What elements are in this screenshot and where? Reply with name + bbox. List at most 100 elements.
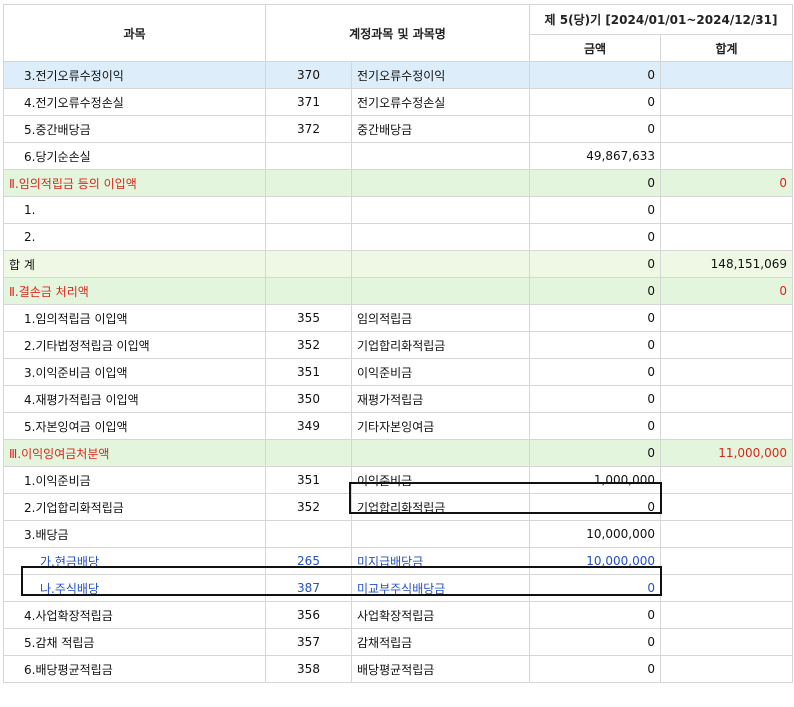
row-amount-cell[interactable]: 49,867,633 (529, 142, 661, 170)
table-row[interactable]: 4.전기오류수정손실 371 전기오류수정손실 0 (3, 88, 794, 116)
row-code-cell[interactable] (265, 439, 352, 467)
row-subject-cell[interactable]: 2.기타법정적립금 이입액 (3, 331, 266, 359)
row-subject-cell[interactable]: 5.감채 적립금 (3, 628, 266, 656)
row-total-cell[interactable] (659, 142, 794, 170)
row-total-cell[interactable] (659, 574, 794, 602)
table-row[interactable]: 3.전기오류수정이익 370 전기오류수정이익 0 (3, 61, 794, 89)
row-total-cell[interactable]: 0 (659, 169, 794, 197)
row-code-cell[interactable]: 370 (265, 61, 352, 89)
row-total-cell[interactable]: 11,000,000 (659, 439, 794, 467)
row-amount-cell[interactable]: 0 (529, 655, 661, 683)
row-code-cell[interactable] (265, 277, 352, 305)
row-amount-cell[interactable]: 0 (529, 439, 661, 467)
row-subject-cell[interactable]: 2. (3, 223, 266, 251)
row-subject-cell[interactable]: 1. (3, 196, 266, 224)
row-subject-cell[interactable]: 3.전기오류수정이익 (3, 61, 266, 89)
row-code-cell[interactable]: 350 (265, 385, 352, 413)
row-subject-cell[interactable]: 나.주식배당 (3, 574, 266, 602)
row-account-cell[interactable]: 기업합리화적립금 (351, 493, 530, 521)
row-total-cell[interactable] (659, 304, 794, 332)
row-total-cell[interactable] (659, 655, 794, 683)
row-code-cell[interactable]: 357 (265, 628, 352, 656)
row-account-cell[interactable] (351, 439, 530, 467)
row-total-cell[interactable] (659, 61, 794, 89)
row-account-cell[interactable] (351, 277, 530, 305)
row-amount-cell[interactable]: 0 (529, 412, 661, 440)
table-row[interactable]: 합 계 0 148,151,069 (3, 250, 794, 278)
row-account-cell[interactable]: 감채적립금 (351, 628, 530, 656)
row-account-cell[interactable] (351, 169, 530, 197)
row-subject-cell[interactable]: 5.자본잉여금 이입액 (3, 412, 266, 440)
table-row[interactable]: 4.사업확장적립금 356 사업확장적립금 0 (3, 601, 794, 629)
row-subject-cell[interactable]: 1.이익준비금 (3, 466, 266, 494)
row-code-cell[interactable]: 352 (265, 331, 352, 359)
row-account-cell[interactable]: 사업확장적립금 (351, 601, 530, 629)
row-subject-cell[interactable]: 가.현금배당 (3, 547, 266, 575)
row-code-cell[interactable]: 349 (265, 412, 352, 440)
row-code-cell[interactable] (265, 520, 352, 548)
row-code-cell[interactable] (265, 250, 352, 278)
row-amount-cell[interactable]: 0 (529, 304, 661, 332)
row-amount-cell[interactable]: 0 (529, 331, 661, 359)
row-subject-cell[interactable]: 5.중간배당금 (3, 115, 266, 143)
row-account-cell[interactable]: 중간배당금 (351, 115, 530, 143)
row-total-cell[interactable] (659, 466, 794, 494)
row-total-cell[interactable] (659, 331, 794, 359)
row-account-cell[interactable]: 이익준비금 (351, 466, 530, 494)
row-subject-cell[interactable]: 3.배당금 (3, 520, 266, 548)
table-row[interactable]: 5.감채 적립금 357 감채적립금 0 (3, 628, 794, 656)
row-total-cell[interactable]: 0 (659, 277, 794, 305)
row-amount-cell[interactable]: 0 (529, 88, 661, 116)
row-subject-cell[interactable]: 4.재평가적립금 이입액 (3, 385, 266, 413)
row-account-cell[interactable]: 전기오류수정손실 (351, 88, 530, 116)
row-amount-cell[interactable]: 0 (529, 628, 661, 656)
row-amount-cell[interactable]: 10,000,000 (529, 547, 661, 575)
row-account-cell[interactable]: 전기오류수정이익 (351, 61, 530, 89)
row-account-cell[interactable]: 재평가적립금 (351, 385, 530, 413)
row-account-cell[interactable] (351, 223, 530, 251)
row-account-cell[interactable]: 이익준비금 (351, 358, 530, 386)
table-row[interactable]: 1. 0 (3, 196, 794, 224)
table-row[interactable]: 2.기업합리화적립금 352 기업합리화적립금 0 (3, 493, 794, 521)
table-row[interactable]: 가.현금배당 265 미지급배당금 10,000,000 (3, 547, 794, 575)
row-account-cell[interactable] (351, 142, 530, 170)
row-amount-cell[interactable]: 0 (529, 61, 661, 89)
row-account-cell[interactable]: 기타자본잉여금 (351, 412, 530, 440)
row-amount-cell[interactable]: 0 (529, 493, 661, 521)
row-subject-cell[interactable]: 4.사업확장적립금 (3, 601, 266, 629)
row-amount-cell[interactable]: 0 (529, 196, 661, 224)
row-account-cell[interactable] (351, 196, 530, 224)
row-subject-cell[interactable]: 6.배당평균적립금 (3, 655, 266, 683)
table-row[interactable]: Ⅱ.결손금 처리액 0 0 (3, 277, 794, 305)
row-subject-cell[interactable]: 3.이익준비금 이입액 (3, 358, 266, 386)
row-total-cell[interactable] (659, 358, 794, 386)
row-subject-cell[interactable]: 합 계 (3, 250, 266, 278)
table-row[interactable]: 3.이익준비금 이입액 351 이익준비금 0 (3, 358, 794, 386)
row-amount-cell[interactable]: 0 (529, 385, 661, 413)
row-code-cell[interactable]: 265 (265, 547, 352, 575)
row-total-cell[interactable] (659, 412, 794, 440)
table-row[interactable]: 5.자본잉여금 이입액 349 기타자본잉여금 0 (3, 412, 794, 440)
row-account-cell[interactable] (351, 520, 530, 548)
row-total-cell[interactable] (659, 223, 794, 251)
row-code-cell[interactable]: 371 (265, 88, 352, 116)
row-total-cell[interactable] (659, 196, 794, 224)
row-code-cell[interactable]: 351 (265, 358, 352, 386)
row-account-cell[interactable]: 기업합리화적립금 (351, 331, 530, 359)
row-code-cell[interactable]: 355 (265, 304, 352, 332)
row-amount-cell[interactable]: 0 (529, 115, 661, 143)
row-account-cell[interactable] (351, 250, 530, 278)
row-total-cell[interactable] (659, 601, 794, 629)
table-row[interactable]: 2.기타법정적립금 이입액 352 기업합리화적립금 0 (3, 331, 794, 359)
table-row[interactable]: 4.재평가적립금 이입액 350 재평가적립금 0 (3, 385, 794, 413)
row-code-cell[interactable] (265, 223, 352, 251)
row-total-cell[interactable] (659, 547, 794, 575)
row-total-cell[interactable] (659, 493, 794, 521)
table-row[interactable]: 5.중간배당금 372 중간배당금 0 (3, 115, 794, 143)
table-row[interactable]: 1.임의적립금 이입액 355 임의적립금 0 (3, 304, 794, 332)
table-row[interactable]: 3.배당금 10,000,000 (3, 520, 794, 548)
row-code-cell[interactable] (265, 169, 352, 197)
row-total-cell[interactable] (659, 628, 794, 656)
row-amount-cell[interactable]: 1,000,000 (529, 466, 661, 494)
row-subject-cell[interactable]: Ⅲ.이익잉여금처분액 (3, 439, 266, 467)
